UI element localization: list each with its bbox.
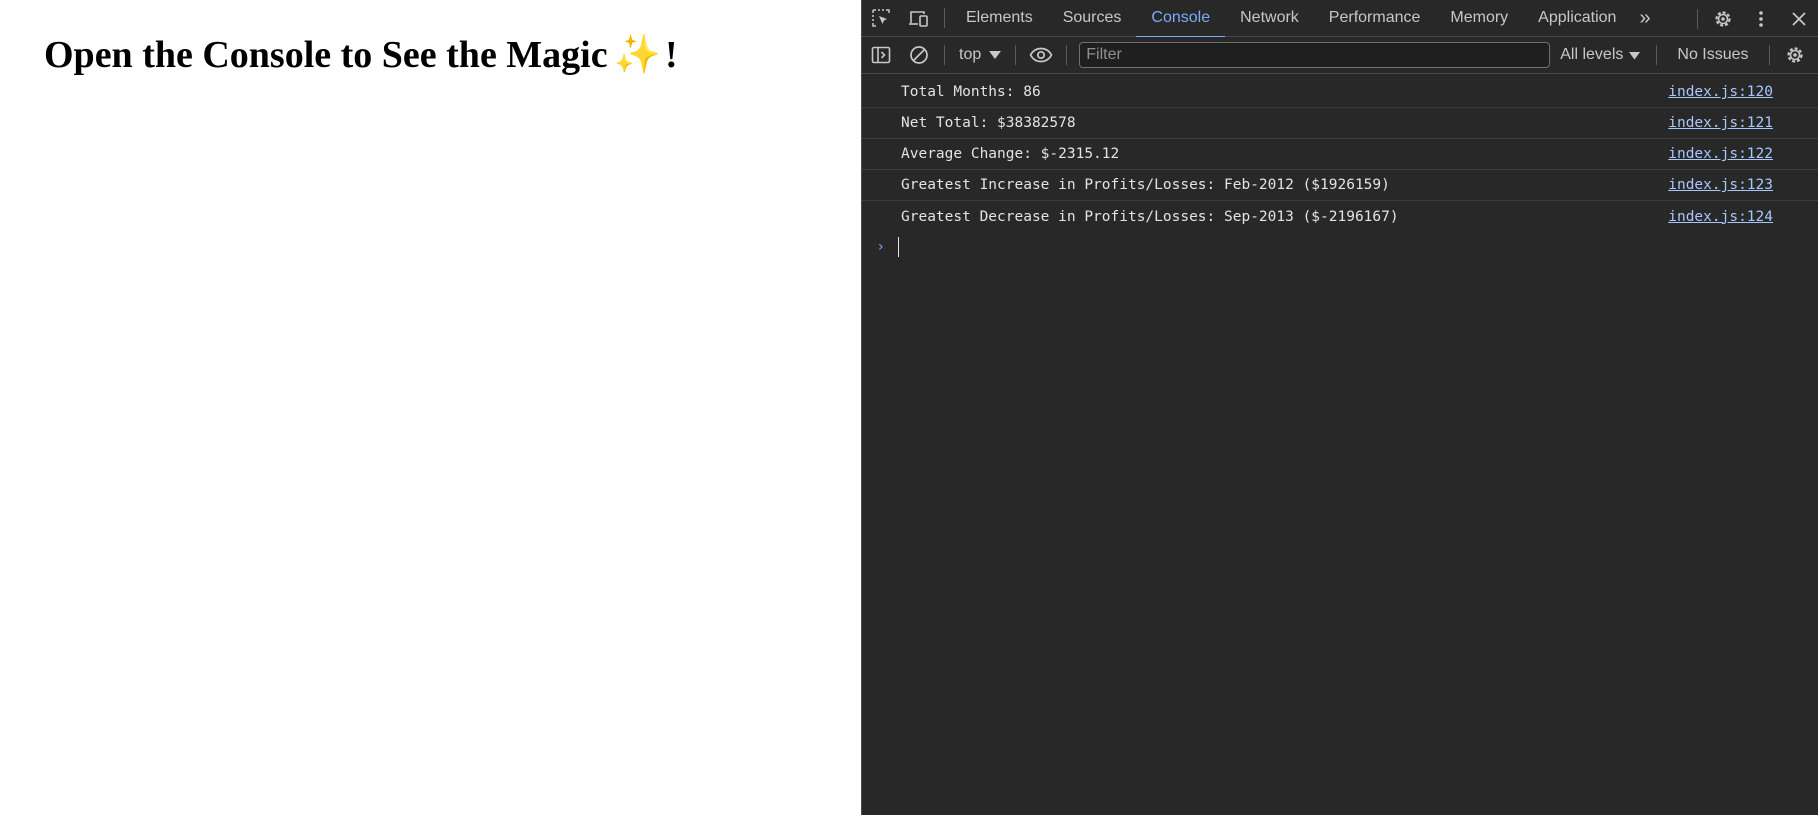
tab-label: Network: [1240, 9, 1299, 26]
toolbar-separator: [944, 8, 945, 28]
message-text: Total Months: 86: [901, 84, 1041, 100]
log-levels-dropdown[interactable]: All levels: [1550, 46, 1650, 64]
toolbar-separator: [1656, 45, 1658, 65]
tab-application[interactable]: Application: [1523, 0, 1631, 37]
prompt-chevron-icon: ›: [878, 239, 884, 255]
inspect-element-icon[interactable]: [862, 0, 900, 37]
dropdown-triangle-icon: [989, 51, 1002, 59]
console-message: Greatest Increase in Profits/Losses: Feb…: [862, 170, 1818, 201]
dropdown-triangle-icon: [1629, 51, 1641, 59]
toolbar-separator: [1768, 45, 1770, 65]
text-caret: [898, 237, 899, 257]
tab-performance[interactable]: Performance: [1314, 0, 1436, 37]
inspected-page: Open the Console to See the Magic ✨!: [0, 0, 861, 815]
more-tabs-button[interactable]: »: [1631, 0, 1658, 37]
filter-input[interactable]: [1079, 42, 1551, 68]
console-settings-gear-icon[interactable]: [1776, 37, 1814, 73]
more-options-kebab-icon[interactable]: [1742, 0, 1780, 37]
toolbar-separator: [1066, 45, 1068, 65]
console-message: Greatest Decrease in Profits/Losses: Sep…: [862, 201, 1818, 232]
toolbar-separator: [1015, 45, 1017, 65]
issues-button[interactable]: No Issues: [1663, 46, 1762, 64]
devtools-panel: Elements Sources Console Network Perform…: [861, 0, 1818, 815]
tab-network[interactable]: Network: [1225, 0, 1314, 37]
source-link[interactable]: index.js:124: [1668, 209, 1773, 225]
live-expression-eye-icon[interactable]: [1022, 37, 1060, 73]
console-message: Average Change: $-2315.12 index.js:122: [862, 139, 1818, 170]
toolbar-separator: [1697, 8, 1698, 29]
device-toolbar-icon[interactable]: [900, 0, 938, 37]
tab-label: Memory: [1450, 9, 1509, 26]
tab-sources[interactable]: Sources: [1048, 0, 1137, 37]
heading-suffix: !: [664, 34, 678, 76]
message-text: Greatest Decrease in Profits/Losses: Sep…: [901, 208, 1399, 225]
tabbar-actions: [1691, 0, 1818, 37]
settings-gear-icon[interactable]: [1704, 0, 1742, 37]
console-prompt[interactable]: ›: [862, 232, 1818, 262]
tab-label: Console: [1151, 9, 1211, 26]
context-selector[interactable]: top: [951, 46, 1009, 64]
log-levels-label: All levels: [1560, 46, 1624, 63]
tab-memory[interactable]: Memory: [1435, 0, 1523, 37]
page-heading: Open the Console to See the Magic ✨!: [44, 32, 678, 77]
source-link[interactable]: index.js:121: [1668, 115, 1773, 131]
tab-elements[interactable]: Elements: [951, 0, 1048, 37]
toolbar-separator: [944, 45, 945, 65]
context-value: top: [959, 46, 982, 63]
heading-text: Open the Console to See the Magic: [44, 34, 608, 76]
tab-console[interactable]: Console: [1136, 0, 1225, 38]
message-text: Average Change: $-2315.12: [901, 146, 1120, 162]
message-text: Net Total: $38382578: [901, 115, 1076, 131]
close-icon[interactable]: [1780, 0, 1818, 37]
message-text: Greatest Increase in Profits/Losses: Feb…: [901, 177, 1390, 193]
tab-label: Elements: [966, 9, 1033, 26]
source-link[interactable]: index.js:120: [1668, 84, 1773, 100]
tab-label: Sources: [1062, 9, 1122, 26]
tab-label: Performance: [1328, 9, 1421, 26]
tab-label: Application: [1538, 9, 1617, 26]
devtools-tabbar: Elements Sources Console Network Perform…: [862, 0, 1818, 38]
source-link[interactable]: index.js:122: [1668, 146, 1773, 162]
double-chevron-icon: »: [1639, 6, 1651, 29]
show-sidebar-icon[interactable]: [862, 37, 900, 73]
clear-console-icon[interactable]: [900, 37, 938, 73]
console-messages: Total Months: 86 index.js:120 Net Total:…: [862, 77, 1818, 262]
sparkles-icon: ✨: [613, 32, 661, 76]
source-link[interactable]: index.js:123: [1668, 177, 1773, 193]
console-message: Total Months: 86 index.js:120: [862, 77, 1818, 108]
console-message: Net Total: $38382578 index.js:121: [862, 108, 1818, 139]
console-toolbar: top All levels No Issues: [862, 37, 1818, 74]
